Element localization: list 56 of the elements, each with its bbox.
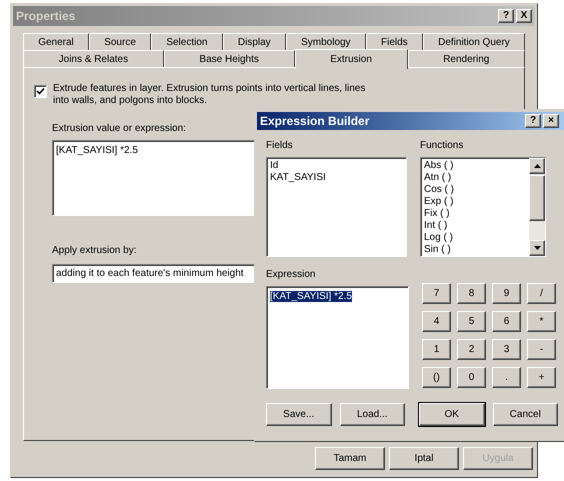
keypad-button[interactable]: 5 xyxy=(457,311,486,332)
dialog-title: Expression Builder xyxy=(260,113,370,130)
expression-field[interactable]: [KAT_SAYISI] *2.5 xyxy=(266,286,409,389)
keypad-button[interactable]: 3 xyxy=(492,339,521,360)
dialog-button[interactable]: Tamam xyxy=(315,447,385,470)
keypad-button[interactable]: 7 xyxy=(422,283,451,304)
expression-text: [KAT_SAYISI] *2.5 xyxy=(270,291,352,302)
tab[interactable]: Source xyxy=(89,33,152,50)
function-item[interactable]: Sin ( ) xyxy=(424,244,526,256)
dialog-button[interactable]: Load... xyxy=(340,403,405,426)
keypad-button[interactable]: () xyxy=(422,367,451,388)
scroll-down-icon xyxy=(534,246,540,250)
field-item[interactable]: KAT_SAYISI xyxy=(270,172,403,184)
tab[interactable]: Extrusion xyxy=(294,49,408,69)
help-button[interactable]: ? xyxy=(525,114,541,128)
keypad-button[interactable]: 6 xyxy=(492,311,521,332)
dialog-button[interactable]: Cancel xyxy=(492,403,558,426)
keypad-button[interactable]: + xyxy=(527,367,556,388)
keypad-button[interactable]: * xyxy=(527,311,556,332)
keypad-button[interactable]: 2 xyxy=(457,339,486,360)
tab[interactable]: Joins & Relates xyxy=(23,50,164,67)
keypad-button[interactable]: 1 xyxy=(422,339,451,360)
window-title: Properties xyxy=(16,8,76,25)
scrollbar[interactable] xyxy=(529,158,545,256)
value-label: Extrusion value or expression: xyxy=(52,122,186,136)
scroll-up-icon xyxy=(534,164,540,168)
function-item[interactable]: Int ( ) xyxy=(424,220,526,232)
extrude-label: Extrude features in layer. Extrusion turns points into vertical lines, lines into walls, and polgons into blocks. xyxy=(53,83,366,107)
keypad-button[interactable]: - xyxy=(527,339,556,360)
close-button[interactable]: X xyxy=(516,9,532,23)
tab[interactable]: Base Heights xyxy=(164,50,295,67)
keypad-button[interactable]: 4 xyxy=(422,311,451,332)
tab[interactable]: General xyxy=(23,33,89,50)
fields-label: Fields xyxy=(266,139,294,153)
keypad-button[interactable]: 0 xyxy=(457,367,486,388)
check-icon xyxy=(36,87,45,96)
extrude-checkbox[interactable] xyxy=(34,85,47,98)
function-item[interactable]: Log ( ) xyxy=(424,232,526,244)
dialog-button[interactable]: Save... xyxy=(266,403,332,426)
tab[interactable]: Display xyxy=(222,33,286,50)
keypad-button[interactable]: 9 xyxy=(492,283,521,304)
tab[interactable]: Selection xyxy=(151,33,223,50)
field-item[interactable]: Id xyxy=(270,160,403,172)
keypad-button[interactable]: / xyxy=(527,283,556,304)
apply-label: Apply extrusion by: xyxy=(52,244,136,258)
tab[interactable]: Rendering xyxy=(408,50,525,67)
keypad-button[interactable]: 8 xyxy=(457,283,486,304)
help-button[interactable]: ? xyxy=(498,9,514,23)
tab[interactable]: Definition Query xyxy=(422,33,526,50)
close-button[interactable]: × xyxy=(543,114,559,128)
keypad-button[interactable]: . xyxy=(492,367,521,388)
dialog-button[interactable]: Iptal xyxy=(389,447,459,470)
expression-label: Expression xyxy=(266,268,316,282)
tab[interactable]: Fields xyxy=(366,33,423,50)
tab[interactable]: Symbology xyxy=(286,33,366,50)
dialog-button[interactable]: OK xyxy=(419,403,484,426)
